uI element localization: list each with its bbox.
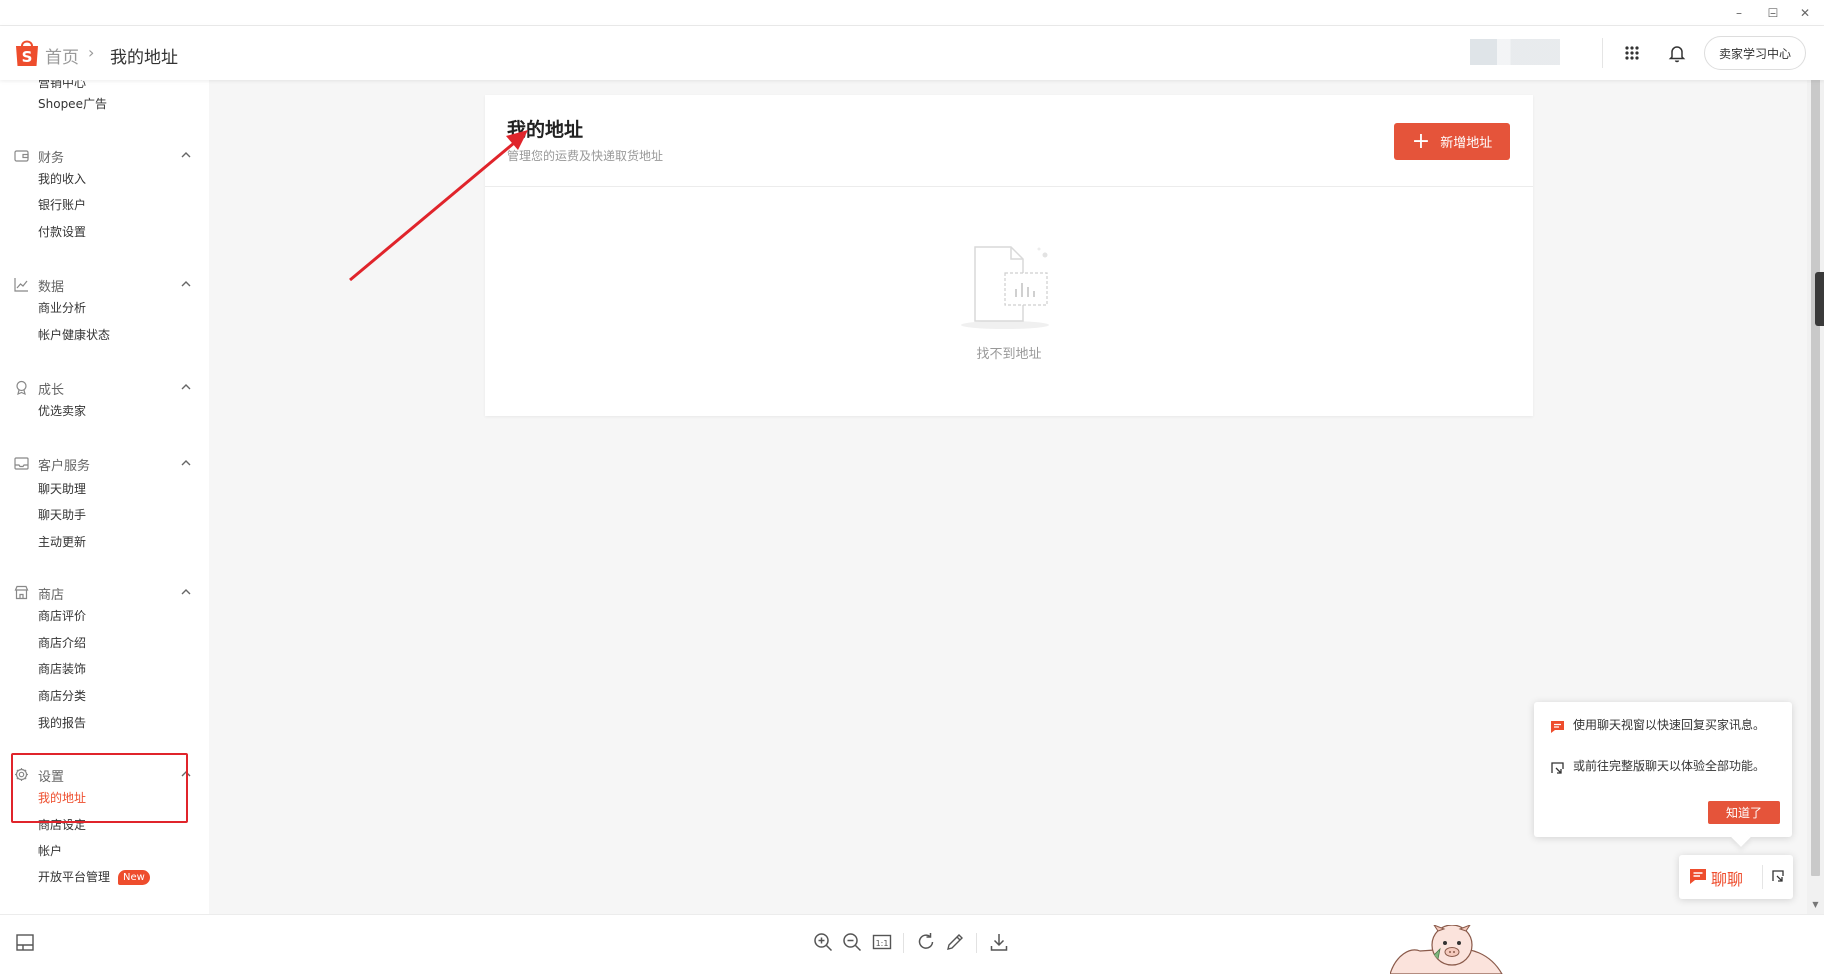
chevron-up-icon[interactable]: [180, 381, 192, 393]
chat-label: 聊聊: [1711, 870, 1744, 889]
seller-learning-center-button[interactable]: 卖家学习中心: [1704, 36, 1806, 70]
sidebar-group-title: 客户服务: [38, 459, 91, 474]
maximize-button[interactable]: ☐: [1758, 0, 1788, 26]
sidebar-item-account-health[interactable]: 帐户健康状态: [38, 326, 110, 343]
plus-icon: +: [1411, 128, 1431, 154]
annotation-highlight-box: [11, 753, 188, 823]
sidebar-item-business-insights[interactable]: 商业分析: [38, 299, 86, 316]
actual-size-icon[interactable]: 1:1: [871, 931, 893, 953]
svg-text:1:1: 1:1: [876, 939, 889, 948]
close-button[interactable]: ✕: [1790, 0, 1820, 26]
vertical-scrollbar[interactable]: ▲ ▼: [1807, 26, 1824, 914]
toolbar-divider: [976, 933, 977, 953]
sidebar-item-chat-helper[interactable]: 聊天助手: [38, 506, 86, 523]
chat-button-divider: [1762, 865, 1763, 889]
sidebar-group-customer-service: 客户服务 聊天助理 聊天助手 主动更新: [0, 450, 209, 549]
chart-icon: [14, 278, 28, 292]
page-subtitle: 管理您的运费及快递取货地址: [507, 149, 664, 163]
sidebar-item-chat-assistant[interactable]: 聊天助理: [38, 480, 86, 497]
sidebar-group-data: 数据 商业分析 帐户健康状态: [0, 271, 209, 342]
chevron-up-icon[interactable]: [180, 149, 192, 161]
inbox-icon: [14, 457, 29, 470]
sidebar-group-header[interactable]: 成长: [0, 374, 209, 400]
chat-bubble-icon: [1551, 721, 1564, 733]
card-divider: [485, 186, 1533, 187]
breadcrumb-home[interactable]: 首页: [45, 43, 79, 68]
download-icon[interactable]: [988, 931, 1010, 953]
shop-account-avatar[interactable]: [1470, 39, 1560, 65]
sidebar-group-shop: 商店 商店评价 商店介绍 商店装饰 商店分类 我的报告: [0, 579, 209, 730]
sidebar-group-header[interactable]: 商店: [0, 579, 209, 605]
sidebar-item-shop-rating[interactable]: 商店评价: [38, 607, 86, 624]
layout-panel-icon[interactable]: [14, 932, 36, 954]
zoom-in-icon[interactable]: [812, 931, 834, 953]
sidebar-group-header[interactable]: 数据: [0, 271, 209, 297]
add-address-button[interactable]: + 新增地址: [1394, 123, 1510, 160]
sidebar-item-shop-decoration[interactable]: 商店装饰: [38, 660, 86, 677]
page-title: 我的地址: [507, 119, 584, 141]
pencil-icon[interactable]: [944, 931, 966, 953]
sidebar-item-shop-profile[interactable]: 商店介绍: [38, 634, 86, 651]
address-card: 我的地址 管理您的运费及快递取货地址 + 新增地址 找不到地址: [485, 95, 1533, 416]
sidebar-item-proactive-updates[interactable]: 主动更新: [38, 533, 86, 550]
sidebar-group-title: 商店: [38, 588, 65, 603]
add-address-label: 新增地址: [1440, 136, 1493, 151]
chevron-up-icon[interactable]: [180, 457, 192, 469]
wallet-icon: [14, 150, 29, 162]
sidebar-item-my-reports[interactable]: 我的报告: [38, 714, 86, 731]
expand-window-icon[interactable]: [1771, 869, 1785, 883]
sidebar-group-title: 财务: [38, 151, 65, 166]
sidebar-group-header[interactable]: 客户服务: [0, 450, 209, 476]
sidebar-item-label: 开放平台管理: [38, 870, 111, 884]
apps-grid-icon[interactable]: [1621, 42, 1643, 64]
zoom-out-icon[interactable]: [841, 931, 863, 953]
expand-window-icon: [1551, 762, 1564, 774]
shopee-logo-icon[interactable]: S: [14, 38, 40, 68]
scrollbar-thumb[interactable]: [1811, 40, 1820, 876]
chat-widget-button[interactable]: 聊聊: [1679, 855, 1793, 899]
tooltip-text-1: 使用聊天视窗以快速回复买家讯息。: [1573, 718, 1766, 732]
breadcrumb-current: 我的地址: [110, 48, 178, 68]
sidebar-group-finance: 财务 我的收入 银行账户 付款设置: [0, 142, 209, 239]
chevron-up-icon[interactable]: [180, 586, 192, 598]
new-badge: New: [118, 870, 150, 885]
breadcrumb-separator: ›: [88, 43, 95, 62]
svg-text:S: S: [22, 48, 33, 66]
sidebar-group-title: 数据: [38, 280, 65, 295]
sidebar-group-header[interactable]: 财务: [0, 142, 209, 168]
mascot-illustration: [1390, 925, 1503, 974]
sidebar-item-account[interactable]: 帐户: [38, 842, 62, 859]
header-divider: [1602, 38, 1603, 68]
toolbar-divider: [903, 933, 904, 953]
side-panel-handle[interactable]: [1815, 272, 1824, 326]
sidebar-item-preferred-seller[interactable]: 优选卖家: [38, 402, 86, 419]
tooltip-text-2: 或前往完整版聊天以体验全部功能。: [1573, 759, 1766, 773]
chevron-up-icon[interactable]: [180, 278, 192, 290]
sidebar-item-shop-categories[interactable]: 商店分类: [38, 687, 86, 704]
sidebar-item-bank-account[interactable]: 银行账户: [38, 196, 86, 213]
scroll-down-icon[interactable]: ▼: [1811, 900, 1820, 910]
top-header: S 首页 › 我的地址 卖家学习中心: [0, 26, 1824, 80]
sidebar-group-growth: 成长 优选卖家: [0, 374, 209, 418]
sidebar-item-shopee-ads[interactable]: Shopee广告: [38, 95, 107, 112]
bell-icon[interactable]: [1666, 42, 1688, 64]
sidebar-item-clipped[interactable]: 营销中心: [38, 80, 86, 91]
empty-state-text: 找不到地址: [976, 347, 1042, 362]
chat-tooltip: 使用聊天视窗以快速回复买家讯息。 或前往完整版聊天以体验全部功能。 知道了: [1534, 702, 1792, 837]
sidebar-item-open-platform[interactable]: 开放平台管理 New: [38, 868, 150, 885]
window-titlebar: –: [0, 0, 1824, 26]
medal-icon: [16, 380, 27, 395]
chat-bubble-icon: [1690, 869, 1706, 884]
sidebar-item-my-income[interactable]: 我的收入: [38, 170, 86, 187]
sidebar-group-title: 成长: [38, 383, 65, 398]
sidebar-item-payment-settings[interactable]: 付款设置: [38, 223, 86, 240]
rotate-icon[interactable]: [915, 931, 937, 953]
minimize-button[interactable]: –: [1724, 0, 1754, 26]
empty-document-icon: [961, 246, 1049, 329]
store-icon: [14, 585, 29, 600]
viewer-toolbar: 1:1: [0, 914, 1824, 974]
got-it-button[interactable]: 知道了: [1708, 801, 1780, 824]
